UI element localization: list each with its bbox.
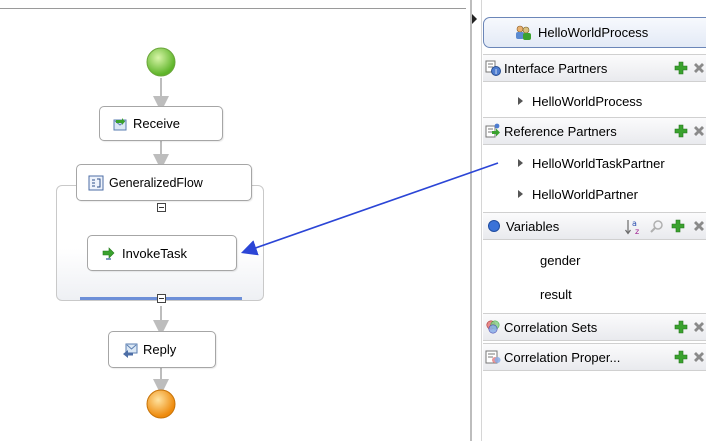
svg-text:I: I	[495, 68, 497, 76]
reference-partner-label: HelloWorldPartner	[532, 186, 638, 202]
x-icon[interactable]	[692, 219, 706, 233]
interface-partner-label: HelloWorldProcess	[532, 93, 643, 109]
variables-header[interactable]: Variables a z	[483, 212, 706, 240]
reference-partners-icon	[485, 123, 500, 138]
invoke-task-activity[interactable]: InvokeTask	[87, 235, 237, 271]
variable-item[interactable]: result	[540, 279, 572, 309]
interface-partners-label: Interface Partners	[504, 60, 608, 76]
correlation-sets-header[interactable]: Correlation Sets	[483, 313, 706, 341]
reference-partners-label: Reference Partners	[504, 123, 617, 139]
reference-partner-item[interactable]: HelloWorldTaskPartner	[483, 147, 706, 179]
reference-partners-header[interactable]: Reference Partners	[483, 117, 706, 145]
flow-icon	[88, 175, 104, 190]
expand-triangle-icon[interactable]	[518, 190, 523, 198]
correlation-properties-icon	[485, 350, 501, 364]
interface-partner-item[interactable]: HelloWorldProcess	[483, 85, 706, 117]
variable-label: result	[540, 286, 572, 302]
process-canvas[interactable]: Receive GeneralizedFlow InvokeTask Reply	[0, 0, 470, 441]
reply-activity[interactable]: Reply	[108, 331, 216, 368]
reply-icon	[123, 343, 138, 358]
plus-icon[interactable]	[674, 124, 688, 138]
plus-icon[interactable]	[674, 350, 688, 364]
invoke-icon	[102, 247, 115, 260]
plus-icon[interactable]	[671, 219, 685, 233]
generalized-flow-activity[interactable]: GeneralizedFlow	[76, 164, 252, 201]
process-tab-label: HelloWorldProcess	[538, 25, 649, 40]
reference-partner-item[interactable]: HelloWorldPartner	[483, 178, 706, 210]
plus-icon[interactable]	[674, 320, 688, 334]
receive-label: Receive	[133, 116, 180, 131]
generalized-flow-label: GeneralizedFlow	[109, 175, 203, 190]
interface-partners-header[interactable]: I Interface Partners	[483, 54, 706, 82]
x-icon[interactable]	[692, 61, 706, 75]
reference-partner-label: HelloWorldTaskPartner	[532, 155, 665, 171]
panel-left-border	[481, 0, 482, 441]
process-icon	[516, 25, 531, 40]
variable-icon	[488, 220, 500, 232]
collapse-flow-top-button[interactable]	[157, 203, 166, 212]
collapse-flow-bottom-button[interactable]	[157, 294, 166, 303]
expand-triangle-icon[interactable]	[518, 159, 523, 167]
correlation-properties-header[interactable]: Correlation Proper...	[483, 343, 706, 371]
process-tab[interactable]: HelloWorldProcess	[483, 17, 706, 48]
expand-triangle-icon[interactable]	[518, 97, 523, 105]
interface-partners-icon: I	[485, 60, 501, 76]
invoke-task-label: InvokeTask	[122, 245, 188, 261]
variable-item[interactable]: gender	[540, 245, 580, 275]
correlation-sets-icon	[486, 320, 500, 334]
correlation-properties-label: Correlation Proper...	[504, 349, 621, 365]
correlation-sets-label: Correlation Sets	[504, 319, 598, 335]
variable-label: gender	[540, 252, 581, 268]
panel-expand-arrow-icon[interactable]	[472, 14, 477, 24]
x-icon[interactable]	[692, 350, 706, 364]
x-icon[interactable]	[692, 124, 706, 138]
sort-az-icon[interactable]: a z	[625, 219, 643, 235]
reply-label: Reply	[143, 342, 177, 357]
search-icon[interactable]	[650, 219, 664, 233]
x-icon[interactable]	[692, 320, 706, 334]
panel-sash[interactable]	[470, 0, 472, 441]
variables-label: Variables	[506, 218, 560, 234]
plus-icon[interactable]	[674, 61, 688, 75]
receive-icon	[113, 117, 127, 130]
receive-activity[interactable]: Receive	[99, 106, 223, 141]
svg-text:z: z	[635, 227, 639, 235]
